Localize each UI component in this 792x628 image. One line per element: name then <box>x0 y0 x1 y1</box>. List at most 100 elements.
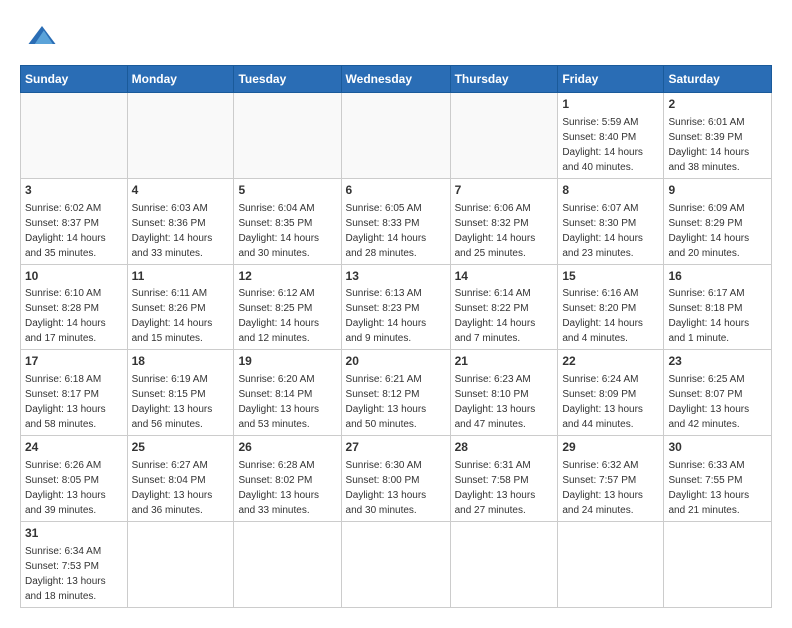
day-number: 23 <box>668 353 767 370</box>
calendar-cell: 14Sunrise: 6:14 AM Sunset: 8:22 PM Dayli… <box>450 264 558 350</box>
calendar-cell: 24 Sunrise: 6:26 AM Sunset: 8:05 PM Dayli… <box>21 436 128 522</box>
day-info: Sunrise: 6:03 AM Sunset: 8:36 PM Dayligh… <box>132 201 230 261</box>
day-info: Sunrise: 6:06 AM Sunset: 8:32 PM Dayligh… <box>455 201 554 261</box>
calendar-cell: 15Sunrise: 6:16 AM Sunset: 8:20 PM Dayli… <box>558 264 664 350</box>
calendar-cell: 21 Sunrise: 6:23 AM Sunset: 8:10 PM Dayli… <box>450 350 558 436</box>
weekday-header-saturday: Saturday <box>664 66 772 93</box>
weekday-header-thursday: Thursday <box>450 66 558 93</box>
weekday-header-monday: Monday <box>127 66 234 93</box>
calendar-cell: 5Sunrise: 6:04 AM Sunset: 8:35 PM Daylig… <box>234 178 341 264</box>
day-info: Sunrise: 6:17 AM Sunset: 8:18 PM Dayligh… <box>668 286 767 346</box>
day-info: Sunrise: 5:59 AM Sunset: 8:40 PM Dayligh… <box>562 115 659 175</box>
day-info: Sunrise: 6:26 AM Sunset: 8:05 PM Dayligh… <box>25 458 123 518</box>
calendar-cell <box>450 521 558 607</box>
weekday-header-tuesday: Tuesday <box>234 66 341 93</box>
day-info: Sunrise: 6:27 AM Sunset: 8:04 PM Dayligh… <box>132 458 230 518</box>
day-info: Sunrise: 6:32 AM Sunset: 7:57 PM Dayligh… <box>562 458 659 518</box>
day-number: 11 <box>132 268 230 285</box>
calendar-cell <box>450 93 558 179</box>
day-info: Sunrise: 6:13 AM Sunset: 8:23 PM Dayligh… <box>346 286 446 346</box>
calendar-week-row: 3 Sunrise: 6:02 AM Sunset: 8:37 PM Daylig… <box>21 178 772 264</box>
calendar-table: SundayMondayTuesdayWednesdayThursdayFrid… <box>20 65 772 608</box>
weekday-header-wednesday: Wednesday <box>341 66 450 93</box>
calendar-cell: 3 Sunrise: 6:02 AM Sunset: 8:37 PM Daylig… <box>21 178 128 264</box>
day-info: Sunrise: 6:19 AM Sunset: 8:15 PM Dayligh… <box>132 372 230 432</box>
day-number: 27 <box>346 439 446 456</box>
day-info: Sunrise: 6:16 AM Sunset: 8:20 PM Dayligh… <box>562 286 659 346</box>
day-number: 29 <box>562 439 659 456</box>
calendar-cell: 23 Sunrise: 6:25 AM Sunset: 8:07 PM Dayli… <box>664 350 772 436</box>
day-info: Sunrise: 6:10 AM Sunset: 8:28 PM Dayligh… <box>25 286 123 346</box>
day-info: Sunrise: 6:02 AM Sunset: 8:37 PM Dayligh… <box>25 201 123 261</box>
calendar-cell: 22 Sunrise: 6:24 AM Sunset: 8:09 PM Dayli… <box>558 350 664 436</box>
day-number: 21 <box>455 353 554 370</box>
day-number: 17 <box>25 353 123 370</box>
day-number: 15 <box>562 268 659 285</box>
calendar-cell: 18 Sunrise: 6:19 AM Sunset: 8:15 PM Dayli… <box>127 350 234 436</box>
day-info: Sunrise: 6:04 AM Sunset: 8:35 PM Dayligh… <box>238 201 336 261</box>
calendar-week-row: 24 Sunrise: 6:26 AM Sunset: 8:05 PM Dayli… <box>21 436 772 522</box>
day-number: 30 <box>668 439 767 456</box>
day-number: 13 <box>346 268 446 285</box>
calendar-cell <box>341 93 450 179</box>
day-info: Sunrise: 6:28 AM Sunset: 8:02 PM Dayligh… <box>238 458 336 518</box>
day-number: 3 <box>25 182 123 199</box>
day-number: 19 <box>238 353 336 370</box>
calendar-cell: 8 Sunrise: 6:07 AM Sunset: 8:30 PM Daylig… <box>558 178 664 264</box>
day-number: 16 <box>668 268 767 285</box>
day-number: 4 <box>132 182 230 199</box>
calendar-cell: 16Sunrise: 6:17 AM Sunset: 8:18 PM Dayli… <box>664 264 772 350</box>
day-number: 12 <box>238 268 336 285</box>
calendar-cell: 17 Sunrise: 6:18 AM Sunset: 8:17 PM Dayli… <box>21 350 128 436</box>
day-number: 7 <box>455 182 554 199</box>
calendar-cell: 28Sunrise: 6:31 AM Sunset: 7:58 PM Dayli… <box>450 436 558 522</box>
calendar-cell: 31Sunrise: 6:34 AM Sunset: 7:53 PM Dayli… <box>21 521 128 607</box>
day-number: 10 <box>25 268 123 285</box>
calendar-cell <box>127 521 234 607</box>
day-number: 9 <box>668 182 767 199</box>
calendar-cell: 7 Sunrise: 6:06 AM Sunset: 8:32 PM Daylig… <box>450 178 558 264</box>
calendar-cell: 2Sunrise: 6:01 AM Sunset: 8:39 PM Daylig… <box>664 93 772 179</box>
calendar-cell <box>234 521 341 607</box>
day-number: 26 <box>238 439 336 456</box>
day-info: Sunrise: 6:33 AM Sunset: 7:55 PM Dayligh… <box>668 458 767 518</box>
calendar-cell: 10Sunrise: 6:10 AM Sunset: 8:28 PM Dayli… <box>21 264 128 350</box>
day-info: Sunrise: 6:18 AM Sunset: 8:17 PM Dayligh… <box>25 372 123 432</box>
calendar-cell: 6Sunrise: 6:05 AM Sunset: 8:33 PM Daylig… <box>341 178 450 264</box>
day-number: 14 <box>455 268 554 285</box>
day-info: Sunrise: 6:23 AM Sunset: 8:10 PM Dayligh… <box>455 372 554 432</box>
calendar-cell <box>558 521 664 607</box>
day-number: 25 <box>132 439 230 456</box>
day-info: Sunrise: 6:24 AM Sunset: 8:09 PM Dayligh… <box>562 372 659 432</box>
calendar-week-row: 1 Sunrise: 5:59 AM Sunset: 8:40 PM Daylig… <box>21 93 772 179</box>
calendar-cell <box>127 93 234 179</box>
calendar-week-row: 10Sunrise: 6:10 AM Sunset: 8:28 PM Dayli… <box>21 264 772 350</box>
day-number: 18 <box>132 353 230 370</box>
calendar-cell: 27Sunrise: 6:30 AM Sunset: 8:00 PM Dayli… <box>341 436 450 522</box>
day-number: 22 <box>562 353 659 370</box>
weekday-header-sunday: Sunday <box>21 66 128 93</box>
calendar-cell: 12Sunrise: 6:12 AM Sunset: 8:25 PM Dayli… <box>234 264 341 350</box>
day-info: Sunrise: 6:12 AM Sunset: 8:25 PM Dayligh… <box>238 286 336 346</box>
day-info: Sunrise: 6:25 AM Sunset: 8:07 PM Dayligh… <box>668 372 767 432</box>
day-info: Sunrise: 6:20 AM Sunset: 8:14 PM Dayligh… <box>238 372 336 432</box>
day-number: 2 <box>668 96 767 113</box>
day-info: Sunrise: 6:09 AM Sunset: 8:29 PM Dayligh… <box>668 201 767 261</box>
weekday-header-friday: Friday <box>558 66 664 93</box>
day-number: 24 <box>25 439 123 456</box>
calendar-cell: 9 Sunrise: 6:09 AM Sunset: 8:29 PM Daylig… <box>664 178 772 264</box>
day-number: 1 <box>562 96 659 113</box>
page-header <box>20 20 772 55</box>
calendar-cell <box>341 521 450 607</box>
calendar-week-row: 17 Sunrise: 6:18 AM Sunset: 8:17 PM Dayli… <box>21 350 772 436</box>
day-info: Sunrise: 6:34 AM Sunset: 7:53 PM Dayligh… <box>25 544 123 604</box>
day-info: Sunrise: 6:07 AM Sunset: 8:30 PM Dayligh… <box>562 201 659 261</box>
calendar-cell: 25 Sunrise: 6:27 AM Sunset: 8:04 PM Dayli… <box>127 436 234 522</box>
calendar-cell <box>21 93 128 179</box>
day-info: Sunrise: 6:21 AM Sunset: 8:12 PM Dayligh… <box>346 372 446 432</box>
calendar-cell: 1 Sunrise: 5:59 AM Sunset: 8:40 PM Daylig… <box>558 93 664 179</box>
day-number: 8 <box>562 182 659 199</box>
logo-icon <box>24 20 60 50</box>
calendar-cell: 11Sunrise: 6:11 AM Sunset: 8:26 PM Dayli… <box>127 264 234 350</box>
calendar-cell: 29 Sunrise: 6:32 AM Sunset: 7:57 PM Dayli… <box>558 436 664 522</box>
